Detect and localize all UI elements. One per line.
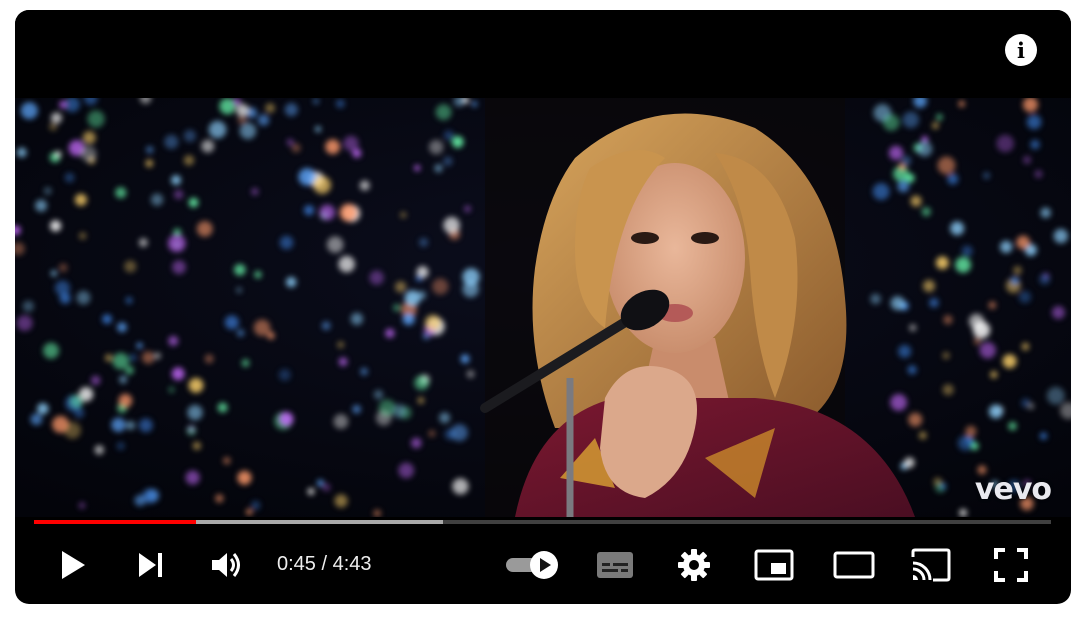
subtitles-icon[interactable] [593, 543, 637, 587]
duration: 4:43 [332, 553, 372, 575]
player-top-bar: i [15, 10, 1071, 98]
next-icon[interactable] [129, 543, 173, 587]
video-frame[interactable]: vevo [15, 98, 1071, 517]
volume-icon[interactable] [205, 543, 249, 587]
time-separator: / [315, 553, 333, 575]
info-icon[interactable]: i [1005, 34, 1037, 66]
miniplayer-icon[interactable] [752, 543, 796, 587]
video-still-image [15, 98, 1071, 517]
fullscreen-icon[interactable] [989, 543, 1033, 587]
theater-mode-icon[interactable] [830, 543, 878, 587]
cast-icon[interactable] [909, 543, 953, 587]
current-time: 0:45 [277, 553, 316, 575]
control-bar: 0:45 / 4:43 [15, 535, 1071, 595]
time-display: 0:45 / 4:43 [277, 553, 372, 576]
progress-played [34, 520, 196, 524]
video-player[interactable]: i vevo 0:45 / 4:43 [15, 10, 1071, 604]
play-icon[interactable] [51, 543, 95, 587]
settings-gear-icon[interactable] [672, 543, 716, 587]
vevo-watermark: vevo [974, 472, 1052, 507]
autoplay-toggle-icon[interactable] [503, 543, 563, 587]
progress-bar[interactable] [34, 519, 1051, 525]
